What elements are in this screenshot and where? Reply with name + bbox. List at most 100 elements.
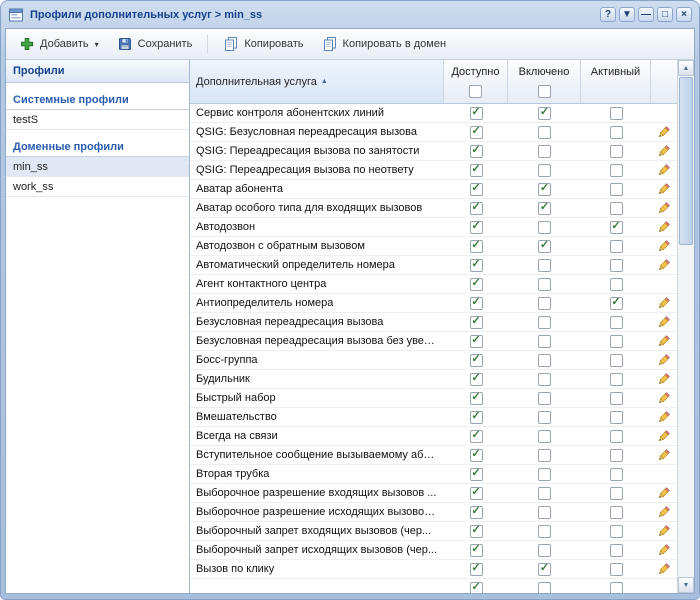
table-row[interactable] [190, 579, 677, 593]
table-row[interactable]: Быстрый набор [190, 389, 677, 408]
available-checkbox[interactable] [470, 107, 483, 120]
scroll-down-button[interactable]: ▼ [678, 577, 694, 593]
active-checkbox[interactable] [610, 240, 623, 253]
active-checkbox[interactable] [610, 392, 623, 405]
enabled-checkbox[interactable] [538, 240, 551, 253]
table-row[interactable]: Автодозвон с обратным вызовом [190, 237, 677, 256]
edit-pencil-icon[interactable] [654, 426, 674, 446]
available-checkbox[interactable] [470, 126, 483, 139]
table-row[interactable]: Агент контактного центра [190, 275, 677, 294]
active-checkbox[interactable] [610, 354, 623, 367]
active-checkbox[interactable] [610, 316, 623, 329]
available-checkbox[interactable] [470, 221, 483, 234]
table-row[interactable]: Выборочное разрешение входящих вызовов .… [190, 484, 677, 503]
enabled-checkbox[interactable] [538, 544, 551, 557]
sidebar-item-testS[interactable]: testS [6, 110, 189, 130]
table-row[interactable]: QSIG: Переадресация вызова по неответу [190, 161, 677, 180]
active-checkbox[interactable] [610, 145, 623, 158]
available-checkbox[interactable] [470, 259, 483, 272]
close-button[interactable]: × [676, 7, 692, 22]
enabled-checkbox[interactable] [538, 183, 551, 196]
enabled-checkbox[interactable] [538, 335, 551, 348]
available-checkbox[interactable] [470, 525, 483, 538]
available-checkbox[interactable] [470, 563, 483, 576]
active-checkbox[interactable] [610, 297, 623, 310]
table-row[interactable]: Автодозвон [190, 218, 677, 237]
table-row[interactable]: Автоматический определитель номера [190, 256, 677, 275]
active-checkbox[interactable] [610, 544, 623, 557]
edit-pencil-icon[interactable] [654, 350, 674, 370]
add-button[interactable]: Добавить ▾ [11, 32, 107, 56]
active-checkbox[interactable] [610, 183, 623, 196]
active-checkbox[interactable] [610, 373, 623, 386]
edit-pencil-icon[interactable] [654, 445, 674, 465]
edit-pencil-icon[interactable] [654, 388, 674, 408]
enabled-checkbox[interactable] [538, 145, 551, 158]
edit-pencil-icon[interactable] [654, 141, 674, 161]
table-row[interactable]: Сервис контроля абонентских линий [190, 104, 677, 123]
available-checkbox[interactable] [470, 183, 483, 196]
active-checkbox[interactable] [610, 411, 623, 424]
enabled-checkbox[interactable] [538, 525, 551, 538]
available-checkbox[interactable] [470, 202, 483, 215]
table-row[interactable]: Вступительное сообщение вызываемому або.… [190, 446, 677, 465]
table-row[interactable]: Босс-группа [190, 351, 677, 370]
table-row[interactable]: Вмешательство [190, 408, 677, 427]
edit-pencil-icon[interactable] [654, 369, 674, 389]
sidebar-item-work_ss[interactable]: work_ss [6, 177, 189, 197]
active-checkbox[interactable] [610, 487, 623, 500]
edit-pencil-icon[interactable] [654, 122, 674, 142]
active-checkbox[interactable] [610, 107, 623, 120]
available-checkbox[interactable] [470, 145, 483, 158]
available-checkbox[interactable] [470, 411, 483, 424]
active-checkbox[interactable] [610, 468, 623, 481]
edit-pencil-icon[interactable] [654, 217, 674, 237]
enabled-checkbox[interactable] [538, 354, 551, 367]
active-checkbox[interactable] [610, 449, 623, 462]
column-header-available[interactable]: Доступно [444, 60, 508, 103]
enabled-checkbox[interactable] [538, 202, 551, 215]
maximize-button[interactable]: □ [657, 7, 673, 22]
enabled-checkbox[interactable] [538, 449, 551, 462]
edit-pencil-icon[interactable] [654, 331, 674, 351]
active-checkbox[interactable] [610, 563, 623, 576]
available-checkbox[interactable] [470, 240, 483, 253]
available-checkbox[interactable] [470, 487, 483, 500]
enabled-checkbox[interactable] [538, 392, 551, 405]
table-row[interactable]: Выборочный запрет исходящих вызовов (чер… [190, 541, 677, 560]
active-checkbox[interactable] [610, 506, 623, 519]
select-all-available-checkbox[interactable] [469, 85, 482, 98]
available-checkbox[interactable] [470, 430, 483, 443]
available-checkbox[interactable] [470, 582, 483, 594]
available-checkbox[interactable] [470, 449, 483, 462]
select-all-enabled-checkbox[interactable] [538, 85, 551, 98]
column-header-active[interactable]: Активный [581, 60, 651, 103]
available-checkbox[interactable] [470, 392, 483, 405]
active-checkbox[interactable] [610, 126, 623, 139]
edit-pencil-icon[interactable] [654, 559, 674, 579]
available-checkbox[interactable] [470, 506, 483, 519]
active-checkbox[interactable] [610, 430, 623, 443]
table-row[interactable]: Вторая трубка [190, 465, 677, 484]
enabled-checkbox[interactable] [538, 316, 551, 329]
table-row[interactable]: QSIG: Переадресация вызова по занятости [190, 142, 677, 161]
edit-pencil-icon[interactable] [654, 198, 674, 218]
table-row[interactable]: Безусловная переадресация вызова без уве… [190, 332, 677, 351]
enabled-checkbox[interactable] [538, 297, 551, 310]
minimize-button[interactable]: — [638, 7, 654, 22]
edit-pencil-icon[interactable] [654, 255, 674, 275]
copy-to-domain-button[interactable]: Копировать в домен [314, 32, 454, 56]
table-row[interactable]: Всегда на связи [190, 427, 677, 446]
table-row[interactable]: Выборочный запрет входящих вызовов (чер.… [190, 522, 677, 541]
edit-pencil-icon[interactable] [654, 160, 674, 180]
edit-pencil-icon[interactable] [654, 407, 674, 427]
active-checkbox[interactable] [610, 164, 623, 177]
column-header-service[interactable]: Дополнительная услуга ▲ [190, 60, 444, 103]
column-header-enabled[interactable]: Включено [508, 60, 581, 103]
enabled-checkbox[interactable] [538, 506, 551, 519]
enabled-checkbox[interactable] [538, 563, 551, 576]
edit-pencil-icon[interactable] [654, 179, 674, 199]
edit-pencil-icon[interactable] [654, 236, 674, 256]
enabled-checkbox[interactable] [538, 468, 551, 481]
edit-pencil-icon[interactable] [654, 293, 674, 313]
